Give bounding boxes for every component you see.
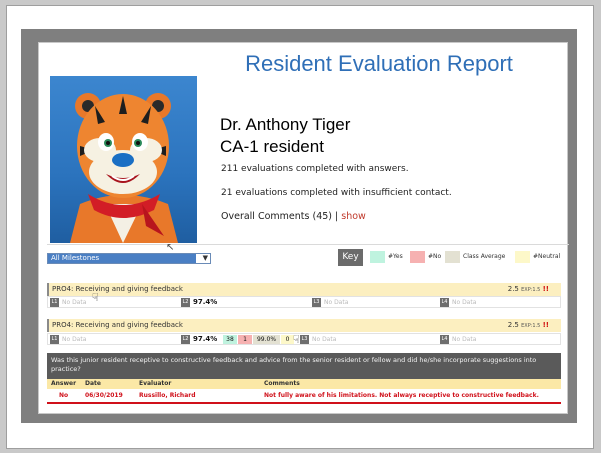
- level-badge-l3: L3: [300, 335, 309, 344]
- score-value: 2.5: [507, 321, 519, 329]
- yes-count[interactable]: 38: [223, 335, 237, 344]
- level-value-l3: No Data: [324, 299, 349, 306]
- table-row: No 06/30/2019 Russillo, Richard Not full…: [47, 390, 561, 401]
- milestone-title: PRO4: Receiving and giving feedback: [52, 321, 183, 329]
- level-badge-l2: L2: [181, 335, 190, 344]
- milestones-selected-value: All Milestones: [48, 254, 196, 263]
- legend-class-average-label: Class Average: [463, 253, 506, 260]
- level-badge-l4: L4: [440, 298, 449, 307]
- expected-score: EXP:1.5: [521, 323, 541, 329]
- row-answer: No: [59, 392, 69, 399]
- resident-role: CA-1 resident: [220, 137, 324, 156]
- resident-name: Dr. Anthony Tiger: [220, 115, 351, 134]
- milestone-title: PRO4: Receiving and giving feedback: [52, 285, 183, 293]
- level-value-l4: No Data: [452, 299, 477, 306]
- row-date: 06/30/2019: [85, 392, 123, 399]
- milestone-levels-row: L1 No Data L2 97.4% L3 No Data L4 No Dat…: [47, 291, 561, 308]
- report-panel: Resident Evaluation Report Dr. Anthony T…: [38, 42, 569, 414]
- milestones-select[interactable]: All Milestones ▼: [47, 253, 211, 264]
- legend-no-label: #No: [428, 253, 442, 260]
- evaluations-with-answers: 211 evaluations completed with answers.: [221, 164, 409, 174]
- milestone-score: 2.5 EXP:1.5 !!: [508, 319, 549, 333]
- level-value-l2: 97.4%: [193, 298, 218, 306]
- milestone-header-expanded[interactable]: PRO4: Receiving and giving feedback 2.5 …: [47, 319, 561, 332]
- level-badge-l3: L3: [312, 298, 321, 307]
- table-bottom-rule: [47, 402, 561, 404]
- legend-yes-label: #Yes: [388, 253, 403, 260]
- header-date: Date: [85, 380, 101, 387]
- hand-pointer-icon: ☟: [92, 291, 99, 304]
- overall-comments-label: Overall Comments (45): [221, 211, 332, 222]
- milestone-levels-row-expanded: L1 No Data L2 97.4% 38 1 99.0% 0 L3 No D…: [47, 333, 561, 346]
- show-comments-link[interactable]: show: [341, 211, 366, 222]
- score-value: 2.5: [507, 285, 519, 293]
- legend-class-average-swatch: [445, 251, 460, 263]
- milestone-header[interactable]: PRO4: Receiving and giving feedback 2.5 …: [47, 283, 561, 296]
- evaluation-table-header: Answer Date Evaluator Comments: [47, 379, 561, 389]
- alert-flag: !!: [542, 285, 549, 293]
- legend-neutral-swatch: [515, 251, 530, 263]
- level-badge-l2: L2: [181, 298, 190, 307]
- milestone-score: 2.5 EXP:1.5 !!: [508, 283, 549, 297]
- header-evaluator: Evaluator: [139, 380, 172, 387]
- section-divider: [47, 244, 569, 245]
- header-answer: Answer: [51, 380, 77, 387]
- report-title: Resident Evaluation Report: [245, 51, 513, 76]
- no-count[interactable]: 1: [238, 335, 252, 344]
- class-average: 99.0%: [253, 335, 280, 344]
- hand-pointer-icon: ☟: [293, 333, 300, 346]
- legend-yes-swatch: [370, 251, 385, 263]
- row-evaluator: Russillo, Richard: [139, 392, 196, 399]
- level-value-l1: No Data: [62, 336, 87, 343]
- header-comments: Comments: [264, 380, 300, 387]
- resident-photo: [50, 76, 197, 243]
- chevron-down-icon: ▼: [202, 254, 208, 262]
- evaluations-insufficient: 21 evaluations completed with insufficie…: [221, 188, 452, 198]
- level-value-l1: No Data: [62, 299, 87, 306]
- level-badge-l1: L1: [50, 298, 59, 307]
- tiger-mascot-image: [70, 93, 178, 243]
- legend-no-swatch: [410, 251, 425, 263]
- legend-key-label: Key: [338, 249, 363, 266]
- overall-comments: Overall Comments (45) | show: [221, 211, 366, 222]
- milestone-question: Was this junior resident receptive to co…: [47, 353, 561, 379]
- mouse-pointer-icon: ↖: [166, 242, 175, 253]
- alert-flag: !!: [542, 321, 549, 329]
- level-value-l4: No Data: [452, 336, 477, 343]
- separator: |: [335, 211, 339, 222]
- expected-score: EXP:1.5: [521, 287, 541, 293]
- legend-neutral-label: #Neutral: [533, 253, 561, 260]
- row-comments: Not fully aware of his limitations. Not …: [264, 392, 539, 399]
- level-badge-l4: L4: [440, 335, 449, 344]
- level-value-l2: 97.4%: [193, 335, 218, 343]
- level-badge-l1: L1: [50, 335, 59, 344]
- level-value-l3: No Data: [312, 336, 337, 343]
